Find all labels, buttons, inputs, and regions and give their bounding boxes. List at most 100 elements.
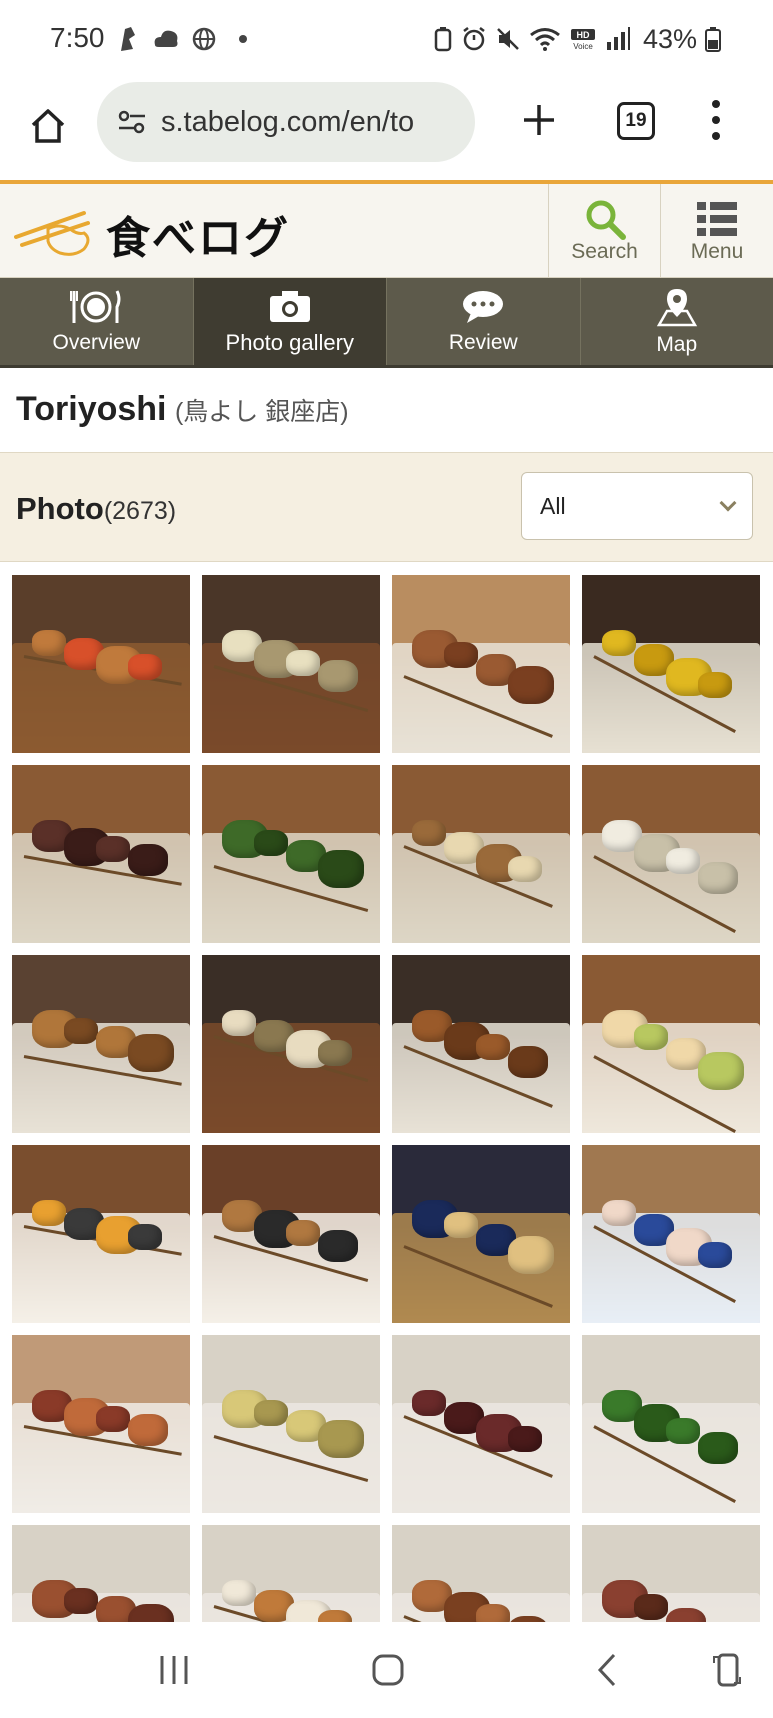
more-dot: [712, 116, 720, 124]
photo-grid: [12, 575, 762, 1622]
gallery-photo-ginkgo-skewer-2[interactable]: [202, 1335, 380, 1513]
recent-apps-icon: [160, 1656, 188, 1684]
photo-food-piece: [64, 1588, 98, 1614]
photo-food-piece: [318, 1420, 364, 1458]
recent-apps-button[interactable]: [156, 1650, 192, 1690]
photo-food-piece: [254, 830, 288, 856]
gallery-photo-leek-skewer[interactable]: [202, 575, 380, 753]
gallery-photo-soboro-bowl[interactable]: [202, 1145, 380, 1323]
chevron-down-icon: [719, 494, 737, 512]
tab-count: 19: [625, 110, 647, 131]
photo-food-piece: [476, 1034, 510, 1060]
photo-food-piece: [32, 630, 66, 656]
home-nav-button[interactable]: [369, 1650, 407, 1690]
photo-food-piece: [286, 1220, 320, 1246]
photo-food-piece: [508, 1046, 548, 1078]
photo-filter-select[interactable]: All: [521, 472, 753, 540]
system-nav-bar: [0, 1622, 773, 1718]
back-button[interactable]: [592, 1650, 622, 1690]
cloud-icon: [154, 30, 178, 47]
home-button[interactable]: [22, 100, 74, 152]
photo-food-piece: [508, 856, 542, 882]
status-bar: 7:50 HD Voice 43%: [0, 0, 773, 78]
url-text[interactable]: s.tabelog.com/en/to: [161, 106, 414, 139]
restaurant-title: Toriyoshi (鳥よし 銀座店): [0, 368, 773, 452]
gallery-photo-chicken-sashimi[interactable]: [582, 1145, 760, 1323]
gallery-photo-skewer-row6-c[interactable]: [392, 1525, 570, 1622]
battery-icon: [705, 27, 721, 52]
alarm-icon: [463, 27, 485, 51]
photo-food-piece: [128, 1034, 174, 1072]
map-pin-icon: [656, 288, 697, 326]
url-bar[interactable]: s.tabelog.com/en/to: [97, 82, 475, 162]
photo-food-piece: [666, 848, 700, 874]
gallery-photo-wasabi-chicken[interactable]: [582, 955, 760, 1133]
tab-overview[interactable]: Overview: [0, 278, 194, 365]
photo-food-piece: [254, 1400, 288, 1426]
status-system-icons: HD Voice 43%: [433, 22, 721, 56]
site-settings-icon[interactable]: [117, 109, 147, 135]
tab-photo-gallery[interactable]: Photo gallery: [193, 278, 387, 365]
photo-food-piece: [318, 850, 364, 888]
gallery-photo-ginkgo-skewer[interactable]: [582, 575, 760, 753]
photo-count-label: Photo(2673): [16, 491, 176, 527]
tab-map[interactable]: Map: [581, 278, 773, 365]
chat-bubble-icon: [463, 290, 504, 323]
gallery-photo-skewer-row6-a[interactable]: [12, 1525, 190, 1622]
tabelog-logo[interactable]: 食べログ: [14, 202, 290, 266]
photo-food-piece: [412, 820, 446, 846]
gallery-photo-leek-closeup[interactable]: [202, 955, 380, 1133]
photo-food-piece: [128, 844, 168, 876]
gallery-photo-quail-egg-skewer[interactable]: [582, 765, 760, 943]
gallery-photo-liver-skewer[interactable]: [12, 765, 190, 943]
gallery-photo-heart-skewer[interactable]: [392, 1335, 570, 1513]
photo-food-piece: [222, 1010, 256, 1036]
gallery-photo-asparagus-skewer[interactable]: [582, 1335, 760, 1513]
tab-overview-label: Overview: [52, 330, 141, 354]
tab-review[interactable]: Review: [387, 278, 581, 365]
tab-switcher-button[interactable]: 19: [617, 102, 655, 140]
gallery-photo-skewer-row6-d[interactable]: [582, 1525, 760, 1622]
photo-food-piece: [698, 862, 738, 894]
gallery-photo-tofu-skewer[interactable]: [392, 765, 570, 943]
gallery-photo-tsukune-skewer[interactable]: [392, 955, 570, 1133]
photo-food-piece: [318, 1610, 352, 1622]
photo-food-piece: [128, 654, 162, 680]
photo-food-piece: [634, 1594, 668, 1620]
restaurant-tab-nav: Overview Photo gallery Review Map: [0, 278, 773, 368]
gallery-photo-storefront[interactable]: [392, 1145, 570, 1323]
restaurant-name: Toriyoshi: [16, 390, 167, 428]
tab-map-label: Map: [656, 332, 698, 356]
gallery-photo-shishito-skewer[interactable]: [202, 765, 380, 943]
signal-icon: [606, 27, 630, 50]
gallery-photo-skewer-with-tomato[interactable]: [12, 575, 190, 753]
photo-food-piece: [96, 836, 130, 862]
menu-label: Menu: [690, 240, 744, 263]
photo-header-bar: Photo(2673) All: [0, 452, 773, 562]
photo-food-piece: [444, 1212, 478, 1238]
photo-food-piece: [476, 1604, 510, 1622]
header-search-button[interactable]: Search: [548, 184, 660, 278]
dot-icon: [239, 35, 247, 43]
camera-icon: [269, 290, 310, 322]
gallery-photo-oyakodon-bowl[interactable]: [12, 1145, 190, 1323]
more-dot: [712, 132, 720, 140]
more-menu-button[interactable]: [706, 96, 726, 144]
restaurant-japanese-name: (鳥よし 銀座店): [174, 398, 349, 426]
site-header: 食べログ Search Menu: [0, 180, 773, 278]
gallery-photo-skewer-row6-b[interactable]: [202, 1525, 380, 1622]
photo-food-piece: [286, 650, 320, 676]
photo-food-piece: [222, 1580, 256, 1606]
gallery-photo-chicken-skewer-plate[interactable]: [392, 575, 570, 753]
plus-icon: [524, 105, 554, 135]
photo-food-piece: [318, 1040, 352, 1066]
gallery-photo-thigh-skewer[interactable]: [12, 955, 190, 1133]
gallery-photo-two-skewers[interactable]: [12, 1335, 190, 1513]
battery-saver-icon: [434, 27, 452, 52]
header-menu-button[interactable]: Menu: [660, 184, 773, 278]
photo-food-piece: [318, 660, 358, 692]
photo-food-piece: [698, 1052, 744, 1090]
rotate-button[interactable]: [710, 1650, 744, 1690]
new-tab-button[interactable]: [515, 96, 563, 144]
hd-voice-icon: HD Voice: [570, 29, 595, 51]
